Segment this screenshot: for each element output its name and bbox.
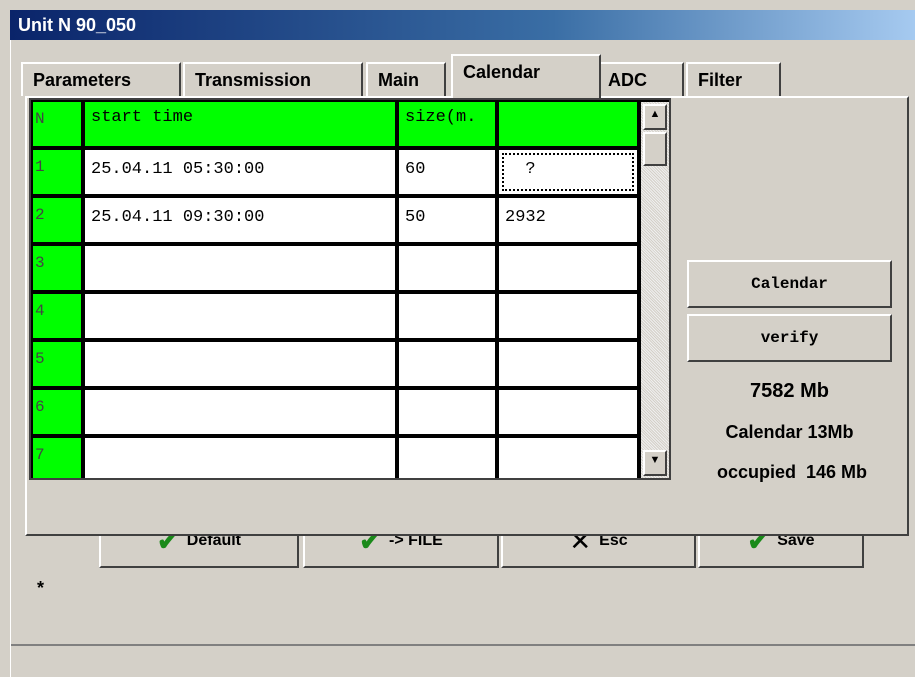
memory-total: 7582 Mb	[750, 380, 829, 402]
tab-main[interactable]: Main	[366, 62, 446, 96]
tab-label: Transmission	[195, 70, 312, 90]
row-number: 1	[33, 150, 81, 194]
calendar-table: N start time size(m. 1 25.04.11 05:30:00…	[29, 98, 671, 480]
value-cell[interactable]	[499, 390, 637, 434]
calendar-panel: N start time size(m. 1 25.04.11 05:30:00…	[25, 96, 909, 536]
size-cell[interactable]	[399, 390, 495, 434]
start-time-cell[interactable]	[85, 438, 395, 478]
start-time-cell[interactable]	[85, 294, 395, 338]
tab-label: ADC	[608, 70, 647, 90]
header-size: size(m.	[399, 102, 495, 146]
arrow-up-icon[interactable]: ▲	[643, 104, 667, 130]
tab-transmission[interactable]: Transmission	[183, 62, 363, 96]
size-cell[interactable]	[399, 246, 495, 290]
arrow-down-icon[interactable]: ▼	[643, 450, 667, 476]
verify-button[interactable]: verify	[687, 314, 892, 362]
tab-parameters[interactable]: Parameters	[21, 62, 181, 96]
header-value	[499, 102, 637, 146]
calendar-button[interactable]: Calendar	[687, 260, 892, 308]
header-start-time: start time	[85, 102, 395, 146]
value-cell[interactable]: 2932	[499, 198, 637, 242]
row-number: 6	[33, 390, 81, 434]
row-number: 5	[33, 342, 81, 386]
verify-button-label: verify	[760, 329, 819, 347]
size-cell[interactable]	[399, 294, 495, 338]
start-time-cell[interactable]: 25.04.11 05:30:00	[85, 150, 395, 194]
size-cell[interactable]: 50	[399, 198, 495, 242]
tab-label: Filter	[698, 70, 743, 90]
start-time-cell[interactable]: 25.04.11 09:30:00	[85, 198, 395, 242]
calendar-button-label: Calendar	[751, 275, 828, 293]
status-marker: *	[37, 578, 45, 598]
tab-label: Main	[378, 70, 420, 90]
size-cell[interactable]	[399, 342, 495, 386]
start-time-cell[interactable]	[85, 390, 395, 434]
scroll-thumb[interactable]	[643, 132, 667, 166]
row-number: 2	[33, 198, 81, 242]
value-cell[interactable]	[499, 342, 637, 386]
occupied-size: occupied 146 Mb	[716, 462, 868, 482]
status-bar	[11, 644, 915, 677]
tab-label: Calendar	[463, 62, 541, 82]
window-title: Unit N 90_050	[10, 10, 915, 40]
size-cell[interactable]: 60	[399, 150, 495, 194]
value-cell[interactable]: ?	[499, 150, 637, 194]
tab-adc[interactable]: ADC	[596, 62, 684, 96]
row-number: 3	[33, 246, 81, 290]
unit-window: Parameters Transmission Main Calendar AD…	[10, 40, 915, 677]
value-cell[interactable]	[499, 246, 637, 290]
header-n: N	[33, 102, 81, 146]
calendar-size: Calendar 13Mb	[725, 422, 854, 442]
tab-label: Parameters	[33, 70, 132, 90]
size-cell[interactable]	[399, 438, 495, 478]
tab-filter[interactable]: Filter	[686, 62, 781, 96]
tab-calendar[interactable]: Calendar	[451, 54, 601, 98]
row-number: 7	[33, 438, 81, 478]
value-cell[interactable]	[499, 438, 637, 478]
start-time-cell[interactable]	[85, 246, 395, 290]
row-number: 4	[33, 294, 81, 338]
vertical-scrollbar[interactable]: ▲ ▼	[641, 102, 669, 478]
value-cell[interactable]	[499, 294, 637, 338]
start-time-cell[interactable]	[85, 342, 395, 386]
